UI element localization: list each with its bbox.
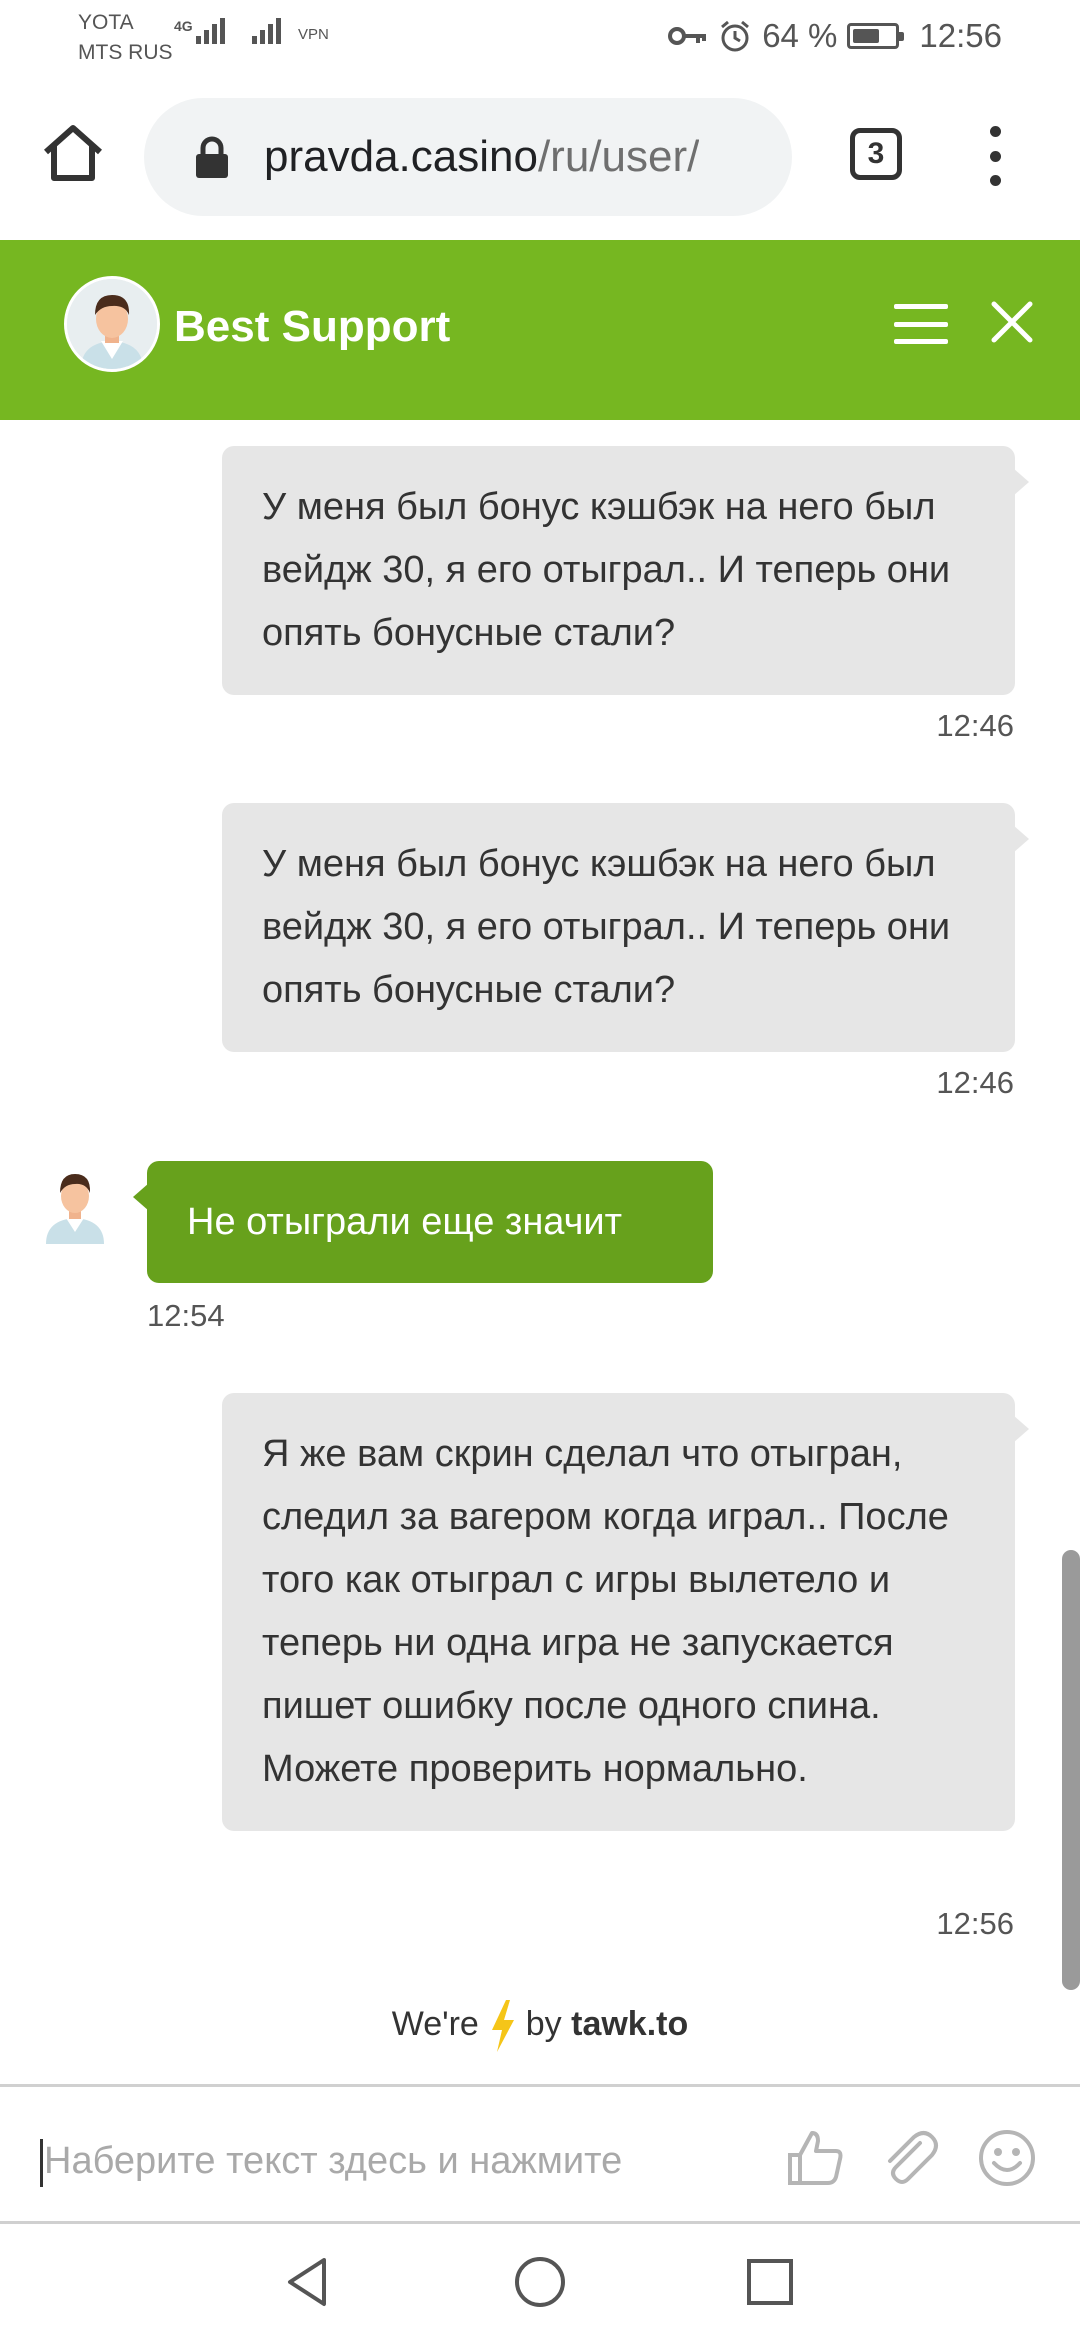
message-list[interactable]: У меня был бонус кэшбэк на него был вейд…	[0, 420, 1080, 1988]
message-bubble-outgoing: У меня был бонус кэшбэк на него был вейд…	[222, 446, 1029, 695]
tab-count: 3	[867, 137, 885, 170]
tabs-icon[interactable]: 3	[850, 128, 902, 180]
message-bubble-incoming: Не отыграли еще значит	[133, 1161, 713, 1283]
message-time: 12:46	[936, 708, 1014, 743]
key-icon	[668, 27, 707, 45]
text-caret	[40, 2139, 43, 2187]
close-icon[interactable]	[990, 300, 1034, 344]
network-badge: 4G	[174, 18, 193, 34]
carrier-1: YOTA	[78, 11, 134, 34]
clock: 12:56	[919, 17, 1002, 54]
paperclip-icon[interactable]	[878, 2127, 940, 2189]
lock-icon	[196, 136, 228, 178]
carrier-names: YOTA MTS RUS	[78, 8, 173, 68]
agent-avatar	[64, 276, 160, 372]
url-text: pravda.casino/ru/user/	[264, 132, 699, 182]
powered-by[interactable]: We're by tawk.to	[0, 2000, 1080, 2052]
address-bar[interactable]: pravda.casino/ru/user/	[144, 98, 792, 216]
scrollbar[interactable]	[1062, 1550, 1080, 1990]
battery-percent: 64 %	[762, 17, 838, 54]
system-nav-bar	[0, 2226, 1080, 2340]
lightning-icon	[492, 2000, 515, 2052]
chat-header: Best Support	[0, 240, 1080, 420]
url-domain: pravda.casino	[264, 132, 538, 181]
more-icon[interactable]	[980, 126, 1010, 186]
status-bar: YOTA MTS RUS 4G VPN 64 % 12:56	[0, 0, 1080, 78]
url-path: /ru/user/	[537, 132, 700, 181]
powered-by-word: by	[525, 2004, 562, 2043]
powered-prefix: We're	[391, 2004, 479, 2043]
home-icon[interactable]	[38, 118, 108, 188]
recents-icon[interactable]	[742, 2254, 798, 2310]
alarm-icon	[721, 20, 750, 52]
signal-icon-2	[252, 18, 284, 44]
carrier-2: MTS RUS	[78, 41, 173, 64]
thumbs-up-icon[interactable]	[784, 2127, 846, 2189]
agent-avatar-small	[46, 1174, 104, 1244]
message-bubble-outgoing: У меня был бонус кэшбэк на него был вейд…	[222, 803, 1029, 1052]
signal-icon-1	[196, 18, 228, 44]
vpn-indicator: VPN	[298, 26, 329, 43]
emoji-icon[interactable]	[976, 2127, 1038, 2189]
battery-fill	[853, 29, 880, 43]
back-icon[interactable]	[280, 2254, 336, 2310]
message-bubble-outgoing: Я же вам скрин сделал что отыгран, следи…	[222, 1393, 1029, 1831]
powered-brand: tawk.to	[571, 2004, 689, 2043]
battery-icon	[847, 23, 905, 49]
composer	[0, 2084, 1080, 2224]
status-right: 64 % 12:56	[668, 16, 1002, 56]
message-time: 12:54	[147, 1298, 225, 1333]
agent-name: Best Support	[174, 302, 451, 351]
home-circle-icon[interactable]	[512, 2254, 568, 2310]
message-input[interactable]	[44, 2117, 724, 2205]
message-time: 12:56	[936, 1906, 1014, 1941]
message-time: 12:46	[936, 1065, 1014, 1100]
menu-icon[interactable]	[894, 304, 948, 344]
browser-toolbar: pravda.casino/ru/user/ 3	[0, 78, 1080, 240]
